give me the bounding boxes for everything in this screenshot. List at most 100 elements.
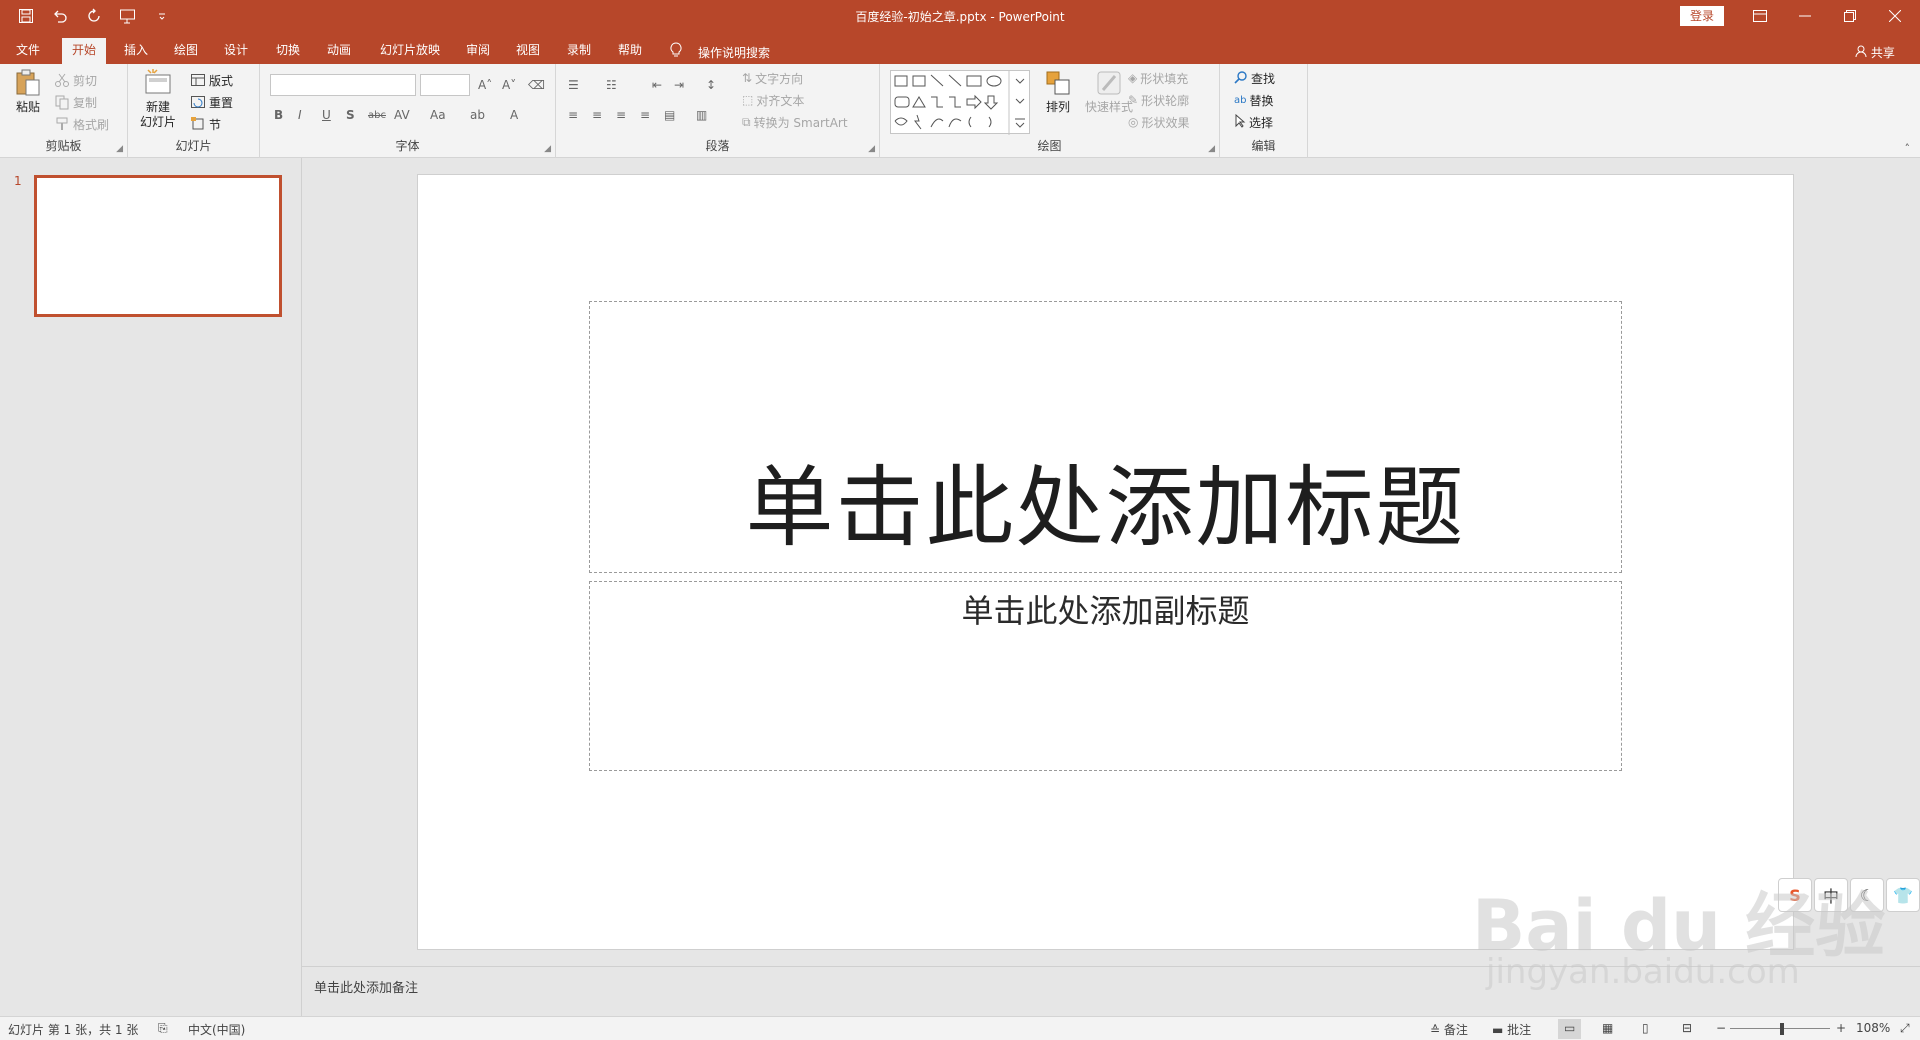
accessibility-icon[interactable]: ⎘	[158, 1021, 168, 1036]
replace-label: 替换	[1249, 93, 1274, 108]
shrink-font-icon[interactable]: A˅	[502, 78, 516, 92]
zoom-slider-thumb[interactable]	[1780, 1023, 1784, 1035]
zoom-level[interactable]: 108%	[1856, 1021, 1890, 1035]
tab-draw[interactable]: 绘图	[164, 38, 208, 64]
tab-slideshow[interactable]: 幻灯片放映	[370, 38, 450, 64]
notes-pane[interactable]: 单击此处添加备注	[302, 966, 1920, 1016]
shape-outline-button[interactable]: ✎ 形状轮廓	[1128, 90, 1189, 110]
tab-file[interactable]: 文件	[6, 38, 50, 64]
tab-transitions[interactable]: 切换	[266, 38, 310, 64]
tab-view[interactable]: 视图	[506, 38, 550, 64]
new-slide-button[interactable]: 新建 幻灯片	[136, 68, 180, 130]
tab-record[interactable]: 录制	[557, 38, 601, 64]
drawing-dialog-launcher-icon[interactable]: ◢	[1208, 144, 1215, 154]
zoom-in-icon[interactable]: +	[1836, 1021, 1846, 1035]
italic-button[interactable]: I	[298, 108, 302, 122]
layout-label: 版式	[209, 73, 234, 88]
notes-toggle-button[interactable]: ≙ 备注	[1430, 1021, 1468, 1038]
paragraph-dialog-launcher-icon[interactable]: ◢	[868, 144, 875, 154]
grow-font-icon[interactable]: A˄	[478, 78, 492, 92]
font-color-button[interactable]: A	[510, 108, 518, 122]
font-name-box[interactable]	[270, 74, 416, 96]
text-direction-button[interactable]: ⇅ 文字方向	[742, 68, 803, 88]
minimize-icon[interactable]	[1785, 4, 1825, 28]
tab-design[interactable]: 设计	[214, 38, 258, 64]
font-dialog-launcher-icon[interactable]: ◢	[544, 144, 551, 154]
find-label: 查找	[1251, 71, 1276, 86]
sogou-logo-icon[interactable]: S	[1778, 878, 1812, 912]
columns-icon[interactable]: ▥	[696, 108, 707, 122]
shirt-icon[interactable]: 👕	[1886, 878, 1920, 912]
find-button[interactable]: 查找	[1234, 68, 1275, 88]
replace-icon: ab	[1234, 94, 1247, 106]
strikethrough-button[interactable]: abc	[368, 110, 386, 121]
shape-fill-button[interactable]: ◈ 形状填充	[1128, 68, 1188, 88]
tab-home[interactable]: 开始	[62, 38, 107, 64]
format-painter-label: 格式刷	[73, 117, 110, 132]
shape-effects-button[interactable]: ◎ 形状效果	[1128, 112, 1190, 132]
shadow-button[interactable]: S	[346, 108, 355, 122]
numbering-icon[interactable]: ☷	[606, 78, 617, 92]
fit-slide-icon[interactable]: ⤢	[1900, 1021, 1910, 1036]
slideshow-icon[interactable]: ⊟	[1682, 1021, 1692, 1035]
format-painter-button[interactable]: 格式刷	[54, 114, 109, 134]
ribbon: 粘贴 剪切 复制 格式刷 剪贴板 ◢ 新建 幻灯片 版式 重置 节 幻灯片 A˄…	[0, 64, 1920, 158]
align-text-button[interactable]: ⬚ 对齐文本	[742, 90, 804, 110]
cut-button[interactable]: 剪切	[54, 70, 97, 90]
clear-formatting-icon[interactable]: ⌫	[528, 78, 545, 92]
restore-icon[interactable]	[1830, 4, 1870, 28]
slide-thumbnail-pane: 1	[0, 158, 302, 1016]
section-button[interactable]: 节	[190, 114, 221, 134]
copy-button[interactable]: 复制	[54, 92, 97, 112]
ribbon-display-icon[interactable]	[1740, 4, 1780, 28]
highlight-icon[interactable]: ab	[470, 108, 485, 122]
replace-button[interactable]: ab 替换	[1234, 90, 1274, 110]
line-spacing-icon[interactable]: ↕	[706, 78, 716, 92]
person-icon	[1855, 45, 1871, 60]
slide-sorter-icon[interactable]: ▦	[1602, 1021, 1613, 1035]
login-button[interactable]: 登录	[1680, 6, 1724, 26]
underline-button[interactable]: U	[322, 108, 331, 122]
reading-view-icon[interactable]: ▯	[1642, 1021, 1649, 1035]
bullets-icon[interactable]: ☰	[568, 78, 579, 92]
align-left-icon[interactable]: ≡	[568, 108, 578, 122]
paste-button[interactable]: 粘贴	[10, 68, 46, 115]
bold-button[interactable]: B	[274, 108, 283, 122]
font-size-box[interactable]	[420, 74, 470, 96]
tab-insert[interactable]: 插入	[114, 38, 158, 64]
reset-button[interactable]: 重置	[190, 92, 233, 112]
change-case-button[interactable]: Aa	[430, 108, 446, 122]
share-button[interactable]: 共享	[1855, 44, 1895, 61]
comments-button[interactable]: ▬ 批注	[1492, 1021, 1531, 1038]
slide-canvas[interactable]: 单击此处添加标题 单击此处添加副标题	[418, 175, 1793, 949]
convert-smartart-button[interactable]: ⧉ 转换为 SmartArt	[742, 112, 848, 132]
moon-icon[interactable]: ☾	[1850, 878, 1884, 912]
align-right-icon[interactable]: ≡	[616, 108, 626, 122]
collapse-ribbon-icon[interactable]: ˄	[1905, 142, 1911, 155]
zoom-out-icon[interactable]: −	[1716, 1021, 1726, 1035]
shapes-gallery[interactable]	[890, 70, 1030, 135]
subtitle-placeholder-text: 单击此处添加副标题	[961, 592, 1250, 630]
increase-indent-icon[interactable]: ⇥	[674, 78, 684, 92]
subtitle-placeholder[interactable]: 单击此处添加副标题	[589, 581, 1622, 771]
normal-view-icon[interactable]: ▭	[1558, 1019, 1582, 1039]
slide-thumbnail[interactable]	[34, 175, 282, 317]
tab-animations[interactable]: 动画	[317, 38, 361, 64]
arrange-button[interactable]: 排列	[1038, 68, 1078, 115]
group-clipboard: 粘贴 剪切 复制 格式刷 剪贴板 ◢	[0, 64, 128, 158]
ime-mode-button[interactable]: 中	[1814, 878, 1848, 912]
distributed-icon[interactable]: ▤	[664, 108, 675, 122]
tab-help[interactable]: 帮助	[608, 38, 652, 64]
dialog-launcher-icon[interactable]: ◢	[116, 144, 123, 154]
layout-button[interactable]: 版式	[190, 70, 233, 90]
tell-me-search[interactable]: 操作说明搜索	[698, 44, 770, 61]
align-center-icon[interactable]: ≡	[592, 108, 602, 122]
justify-icon[interactable]: ≡	[640, 108, 650, 122]
decrease-indent-icon[interactable]: ⇤	[652, 78, 662, 92]
select-button[interactable]: 选择	[1234, 112, 1273, 132]
close-icon[interactable]	[1875, 4, 1915, 28]
character-spacing-button[interactable]: AV	[394, 108, 410, 122]
language-indicator[interactable]: 中文(中国)	[188, 1021, 245, 1038]
title-placeholder[interactable]: 单击此处添加标题	[589, 301, 1622, 573]
tab-review[interactable]: 审阅	[456, 38, 500, 64]
